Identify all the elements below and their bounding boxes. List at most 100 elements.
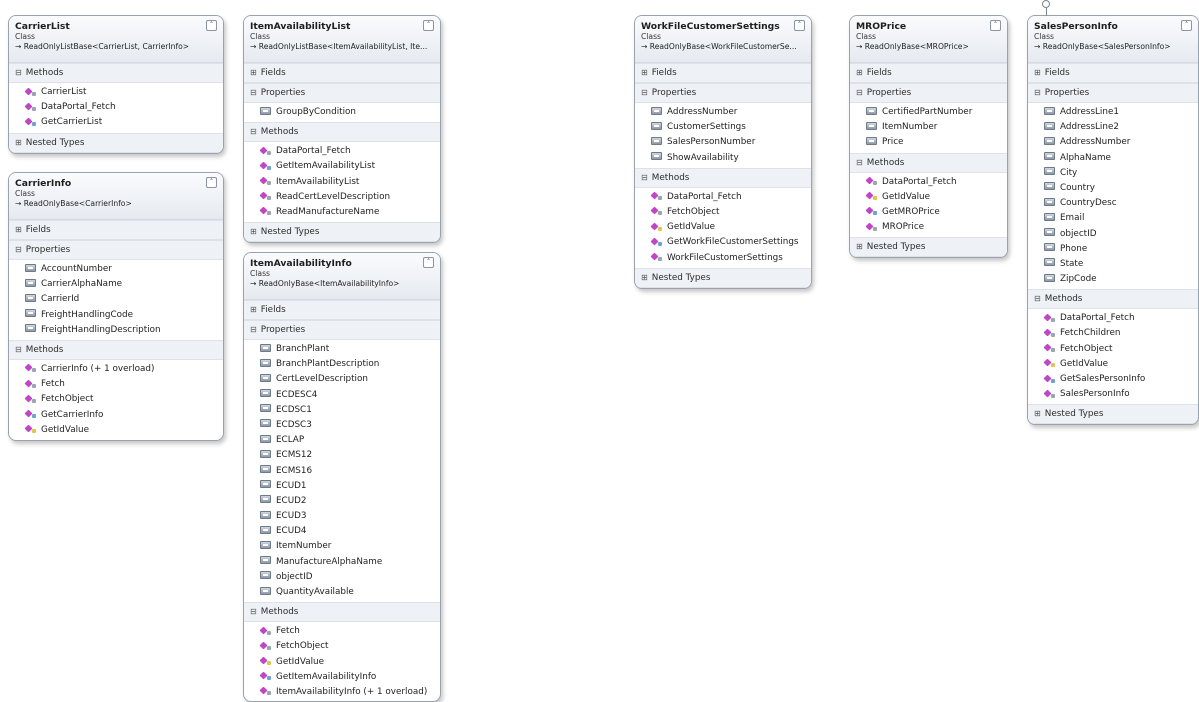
method-item[interactable]: CarrierInfo (+ 1 overload) — [9, 362, 223, 377]
method-item[interactable]: ItemAvailabilityList — [244, 175, 440, 190]
method-item[interactable]: GetSalesPersonInfo — [1028, 372, 1198, 387]
collapse-section-icon[interactable]: ⊟ — [250, 321, 258, 339]
method-item[interactable]: DataPortal_Fetch — [850, 175, 1007, 190]
property-item[interactable]: AlphaName — [1028, 151, 1198, 166]
method-item[interactable]: ReadManufactureName — [244, 205, 440, 220]
method-item[interactable]: DataPortal_Fetch — [9, 100, 223, 115]
section-properties[interactable]: ⊟ Properties — [244, 83, 440, 103]
section-nested-types[interactable]: ⊞ Nested Types — [635, 267, 811, 288]
collapse-section-icon[interactable]: ⊟ — [250, 603, 258, 621]
expand-section-icon[interactable]: ⊞ — [1034, 405, 1042, 423]
property-item[interactable]: ECDSC3 — [244, 418, 440, 433]
property-item[interactable]: CertifiedPartNumber — [850, 105, 1007, 120]
collapse-chevron-icon[interactable]: ˄ — [1181, 20, 1192, 31]
expand-section-icon[interactable]: ⊞ — [250, 301, 258, 319]
property-item[interactable]: ZipCode — [1028, 272, 1198, 287]
collapse-section-icon[interactable]: ⊟ — [250, 84, 258, 102]
expand-section-icon[interactable]: ⊞ — [15, 221, 23, 239]
collapse-chevron-icon[interactable]: ˄ — [423, 20, 434, 31]
method-item[interactable]: GetIdValue — [1028, 357, 1198, 372]
property-item[interactable]: BranchPlant — [244, 342, 440, 357]
expand-section-icon[interactable]: ⊞ — [1034, 64, 1042, 82]
method-item[interactable]: FetchChildren — [1028, 326, 1198, 341]
method-item[interactable]: DataPortal_Fetch — [244, 144, 440, 159]
method-item[interactable]: DataPortal_Fetch — [635, 190, 811, 205]
section-methods[interactable]: ⊟ Methods — [9, 63, 223, 83]
class-shape-carrier-list[interactable]: CarrierList Class → ReadOnlyListBase<Carri… — [8, 15, 224, 154]
property-item[interactable]: ECUD2 — [244, 494, 440, 509]
class-shape-item-availability-list[interactable]: ItemAvailabilityList Class → ReadOnlyListB… — [243, 15, 441, 244]
property-item[interactable]: State — [1028, 257, 1198, 272]
method-item[interactable]: GetIdValue — [635, 220, 811, 235]
section-properties[interactable]: ⊟ Properties — [850, 83, 1007, 103]
collapse-section-icon[interactable]: ⊟ — [856, 154, 864, 172]
property-item[interactable]: ECUD3 — [244, 509, 440, 524]
expand-section-icon[interactable]: ⊞ — [641, 64, 649, 82]
property-item[interactable]: objectID — [1028, 227, 1198, 242]
property-item[interactable]: ECUD1 — [244, 479, 440, 494]
method-item[interactable]: GetWorkFileCustomerSettings — [635, 235, 811, 250]
collapse-chevron-icon[interactable]: ˄ — [794, 20, 805, 31]
method-item[interactable]: GetCarrierList — [9, 115, 223, 130]
property-item[interactable]: ECLAP — [244, 433, 440, 448]
method-item[interactable]: FetchObject — [1028, 342, 1198, 357]
section-properties[interactable]: ⊟ Properties — [635, 83, 811, 103]
method-item[interactable]: Fetch — [244, 624, 440, 639]
property-item[interactable]: ECDESC4 — [244, 388, 440, 403]
section-properties[interactable]: ⊟ Properties — [9, 240, 223, 260]
class-shape-item-availability-info[interactable]: ItemAvailabilityInfo Class → ReadOnlyBase<… — [243, 252, 441, 702]
method-item[interactable]: GetIdValue — [244, 655, 440, 670]
collapse-section-icon[interactable]: ⊟ — [250, 123, 258, 141]
property-item[interactable]: ECMS16 — [244, 464, 440, 479]
collapse-section-icon[interactable]: ⊟ — [15, 241, 23, 259]
method-item[interactable]: SalesPersonInfo — [1028, 387, 1198, 402]
property-item[interactable]: AddressNumber — [635, 105, 811, 120]
interface-lollipop-icon[interactable] — [1042, 0, 1050, 8]
section-fields[interactable]: ⊞ Fields — [244, 63, 440, 83]
method-item[interactable]: FetchObject — [9, 392, 223, 407]
property-item[interactable]: City — [1028, 166, 1198, 181]
section-nested-types[interactable]: ⊞ Nested Types — [9, 132, 223, 153]
method-item[interactable]: FetchObject — [244, 639, 440, 654]
property-item[interactable]: ECDSC1 — [244, 403, 440, 418]
property-item[interactable]: ManufactureAlphaName — [244, 555, 440, 570]
collapse-section-icon[interactable]: ⊟ — [15, 64, 23, 82]
method-item[interactable]: FetchObject — [635, 205, 811, 220]
method-item[interactable]: WorkFileCustomerSettings — [635, 251, 811, 266]
section-nested-types[interactable]: ⊞ Nested Types — [1028, 404, 1198, 425]
expand-section-icon[interactable]: ⊞ — [250, 223, 258, 241]
property-item[interactable]: objectID — [244, 570, 440, 585]
property-item[interactable]: QuantityAvailable — [244, 585, 440, 600]
property-item[interactable]: CustomerSettings — [635, 120, 811, 135]
property-item[interactable]: AccountNumber — [9, 262, 223, 277]
property-item[interactable]: ECMS12 — [244, 448, 440, 463]
section-properties[interactable]: ⊟ Properties — [1028, 83, 1198, 103]
section-nested-types[interactable]: ⊞ Nested Types — [244, 222, 440, 243]
property-item[interactable]: Email — [1028, 211, 1198, 226]
section-methods[interactable]: ⊟ Methods — [1028, 289, 1198, 310]
property-item[interactable]: FreightHandlingCode — [9, 308, 223, 323]
method-item[interactable]: Fetch — [9, 377, 223, 392]
section-fields[interactable]: ⊞ Fields — [635, 63, 811, 83]
property-item[interactable]: ItemNumber — [850, 120, 1007, 135]
method-item[interactable]: CarrierList — [9, 85, 223, 100]
property-item[interactable]: CertLevelDescription — [244, 372, 440, 387]
property-item[interactable]: GroupByCondition — [244, 105, 440, 120]
expand-section-icon[interactable]: ⊞ — [15, 134, 23, 152]
section-methods[interactable]: ⊟ Methods — [9, 339, 223, 360]
property-item[interactable]: CarrierAlphaName — [9, 277, 223, 292]
method-item[interactable]: ItemAvailabilityInfo (+ 1 overload) — [244, 685, 440, 700]
collapse-section-icon[interactable]: ⊟ — [1034, 84, 1042, 102]
section-properties[interactable]: ⊟ Properties — [244, 320, 440, 340]
property-item[interactable]: Price — [850, 135, 1007, 150]
expand-section-icon[interactable]: ⊞ — [250, 64, 258, 82]
section-methods[interactable]: ⊟ Methods — [850, 152, 1007, 173]
method-item[interactable]: GetMROPrice — [850, 205, 1007, 220]
method-item[interactable]: GetItemAvailabilityList — [244, 159, 440, 174]
section-fields[interactable]: ⊞ Fields — [1028, 63, 1198, 83]
expand-section-icon[interactable]: ⊞ — [641, 269, 649, 287]
expand-section-icon[interactable]: ⊞ — [856, 64, 864, 82]
section-methods[interactable]: ⊟ Methods — [635, 167, 811, 188]
method-item[interactable]: GetItemAvailabilityInfo — [244, 670, 440, 685]
method-item[interactable]: MROPrice — [850, 220, 1007, 235]
